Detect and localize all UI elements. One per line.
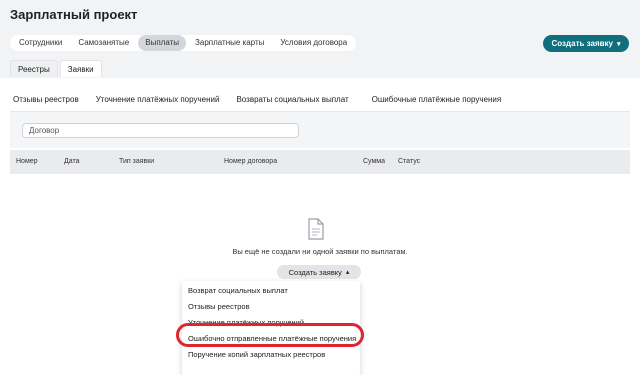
tab-registries[interactable]: Реестры xyxy=(10,60,58,77)
column-date: Дата xyxy=(64,158,80,165)
tab-salary-cards[interactable]: Зарплатные карты xyxy=(188,35,271,51)
column-number: Номер xyxy=(16,158,38,165)
page-title: Зарплатный проект xyxy=(10,7,138,22)
dropdown-item-registry-revocation[interactable]: Отзывы реестров xyxy=(188,302,250,311)
dropdown-item-payment-clarification[interactable]: Уточнение платёжных поручений xyxy=(188,318,304,327)
column-status: Статус xyxy=(398,158,421,165)
tab-requests[interactable]: Заявки xyxy=(59,60,102,77)
request-type-dropdown: Возврат социальных выплат Отзывы реестро… xyxy=(182,281,360,375)
column-amount: Сумма xyxy=(363,158,385,165)
tab-contract-terms[interactable]: Условия договора xyxy=(273,35,354,51)
column-request-type: Тип заявки xyxy=(119,158,155,165)
sub-tabs: Реестры Заявки xyxy=(10,60,102,77)
dropdown-item-erroneous-payments[interactable]: Ошибочно отправленные платёжные поручени… xyxy=(188,334,356,343)
tab-self-employed[interactable]: Самозанятые xyxy=(71,35,136,51)
table-header: Номер Дата Тип заявки Номер договора Сум… xyxy=(10,150,630,174)
create-request-label: Создать заявку xyxy=(551,39,613,48)
create-request-label-secondary: Создать заявку xyxy=(288,267,342,277)
dropdown-item-registry-copies[interactable]: Поручение копий зарплатных реестров xyxy=(188,350,325,359)
chevron-down-icon: ▾ xyxy=(616,40,621,48)
tab-payments[interactable]: Выплаты xyxy=(138,35,187,51)
document-icon xyxy=(308,218,324,240)
contract-search-input[interactable] xyxy=(22,123,299,138)
tab-employees[interactable]: Сотрудники xyxy=(12,35,69,51)
nav-tabs: Сотрудники Самозанятые Выплаты Зарплатны… xyxy=(10,35,357,51)
empty-state-text: Вы ещё не создали ни одной заявки по вып… xyxy=(232,247,408,256)
create-request-button-secondary[interactable]: Создать заявку ▴ xyxy=(277,265,361,279)
create-request-button[interactable]: Создать заявку ▾ xyxy=(543,35,629,52)
dropdown-item-social-return[interactable]: Возврат социальных выплат xyxy=(188,286,288,295)
chevron-up-icon: ▴ xyxy=(345,269,350,276)
column-contract-number: Номер договора xyxy=(224,158,278,165)
